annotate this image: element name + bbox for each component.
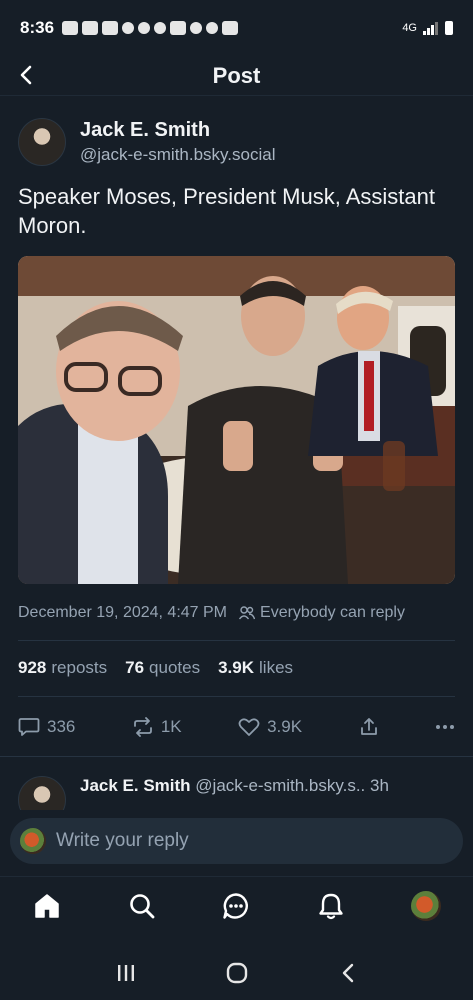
repost-count: 1K <box>160 717 182 736</box>
share-icon <box>360 718 377 735</box>
shield-icon <box>122 22 135 34</box>
reposts-label: reposts <box>51 658 108 677</box>
back-button[interactable] <box>14 60 38 90</box>
notification-icons <box>62 21 239 35</box>
comment-icon <box>18 718 40 736</box>
quotes-label: quotes <box>149 658 201 677</box>
divider <box>18 696 455 697</box>
author-handle[interactable]: @jack-e-smith.bsky.social <box>80 143 275 167</box>
home-icon <box>35 893 60 918</box>
divider <box>18 640 455 641</box>
back-nav-icon <box>342 963 353 982</box>
battery-icon <box>445 21 453 35</box>
like-count: 3.9K <box>267 717 303 736</box>
network-type: 4G <box>402 22 417 34</box>
more-icon <box>435 725 454 729</box>
repost-icon <box>133 717 152 737</box>
spotify-icon <box>206 22 219 34</box>
likes-stat[interactable]: 3.9K likes <box>218 658 293 678</box>
calendar-icon <box>102 21 119 35</box>
bottom-tab-bar <box>0 876 473 934</box>
reply-item[interactable]: Jack E. Smith @jack-e-smith.bsky.s.. 3h <box>18 766 455 810</box>
mail-icon <box>222 21 239 35</box>
tab-search[interactable] <box>118 882 166 930</box>
reply-author-name[interactable]: Jack E. Smith <box>80 776 191 795</box>
page-title: Post <box>212 62 261 88</box>
recent-apps-button[interactable] <box>106 953 146 993</box>
heart-icon <box>238 718 260 736</box>
tab-profile[interactable] <box>402 882 450 930</box>
reply-time: 3h <box>370 776 389 795</box>
recent-apps-icon <box>117 964 134 981</box>
post-timestamp: December 19, 2024, 4:47 PM <box>18 604 228 621</box>
like-button[interactable]: 3.9K <box>238 717 302 737</box>
profile-avatar <box>410 890 441 921</box>
photo-illustration <box>18 256 455 584</box>
home-nav-button[interactable] <box>217 953 257 993</box>
home-nav-icon <box>226 962 247 983</box>
bell-icon <box>319 893 343 919</box>
reposts-count: 928 <box>18 658 47 677</box>
share-button[interactable] <box>359 717 379 737</box>
more-options-button[interactable] <box>435 724 455 730</box>
post-image[interactable] <box>18 256 455 584</box>
reply-button[interactable]: 336 <box>18 717 75 737</box>
post-actions: 336 1K 3.9K <box>18 712 455 742</box>
reply-count: 336 <box>47 717 76 736</box>
ring-icon <box>82 21 99 35</box>
likes-label: likes <box>259 658 294 677</box>
top-bar: Post <box>0 56 473 96</box>
reposts-stat[interactable]: 928 reposts <box>18 658 107 678</box>
author-avatar[interactable] <box>18 118 66 166</box>
chevron-left-icon <box>20 65 32 85</box>
author-info[interactable]: Jack E. Smith @jack-e-smith.bsky.social <box>80 117 275 167</box>
user-avatar <box>20 828 46 854</box>
reply-author-handle[interactable]: @jack-e-smith.bsky.s.. <box>195 776 365 795</box>
system-nav-bar <box>0 945 473 1000</box>
app-icon <box>190 22 203 34</box>
people-icon <box>239 606 256 620</box>
app-icon <box>138 22 151 34</box>
repost-button[interactable]: 1K <box>132 717 182 737</box>
reply-permission: Everybody can reply <box>239 604 405 622</box>
reply-header: Jack E. Smith @jack-e-smith.bsky.s.. 3h <box>80 776 389 796</box>
tab-chat[interactable] <box>212 882 260 930</box>
quotes-count: 76 <box>125 658 145 677</box>
tab-home[interactable] <box>23 882 71 930</box>
status-time: 8:36 <box>20 18 55 37</box>
search-icon <box>130 893 155 918</box>
back-nav-button[interactable] <box>328 953 368 993</box>
quotes-stat[interactable]: 76 quotes <box>125 658 200 678</box>
divider <box>0 756 473 757</box>
reply-author-avatar[interactable] <box>18 776 66 810</box>
status-right: 4G <box>402 21 453 35</box>
author-name[interactable]: Jack E. Smith <box>80 117 275 143</box>
signal-icon <box>423 22 438 35</box>
status-bar: 8:36 4G <box>0 0 473 56</box>
app-icon <box>154 22 167 34</box>
ring-icon <box>170 21 187 35</box>
reply-input-placeholder[interactable]: Write your reply <box>56 830 189 852</box>
reply-composer[interactable]: Write your reply <box>10 818 463 864</box>
chat-icon <box>223 892 249 919</box>
post-meta: December 19, 2024, 4:47 PM Everybody can… <box>18 604 455 622</box>
post-header: Jack E. Smith @jack-e-smith.bsky.social <box>18 114 455 170</box>
ring-icon <box>62 21 79 35</box>
post-stats: 928 reposts 76 quotes 3.9K likes <box>18 658 455 678</box>
reply-permission-label: Everybody can reply <box>260 604 405 621</box>
likes-count: 3.9K <box>218 658 255 677</box>
tab-notifications[interactable] <box>307 882 355 930</box>
post-text: Speaker Moses, President Musk, Assistant… <box>18 184 435 238</box>
